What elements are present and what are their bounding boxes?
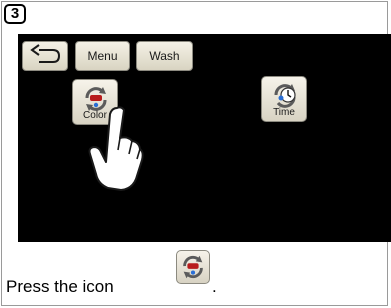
hand-pointer-icon [88, 106, 144, 191]
inline-color-icon-box [176, 250, 210, 284]
color-refresh-icon [183, 255, 203, 279]
menu-button[interactable]: Menu [75, 41, 130, 71]
back-arrow-icon [30, 44, 61, 63]
back-button[interactable] [22, 41, 68, 71]
time-button[interactable]: Time [261, 76, 307, 122]
step-number-badge: 3 [4, 4, 26, 24]
wash-button[interactable]: Wash [136, 41, 193, 71]
instruction-text: Press the icon [6, 277, 114, 296]
instruction-period: . [212, 277, 217, 296]
device-screen: Menu Wash Color Time [18, 34, 391, 242]
time-button-label: Time [273, 107, 295, 118]
